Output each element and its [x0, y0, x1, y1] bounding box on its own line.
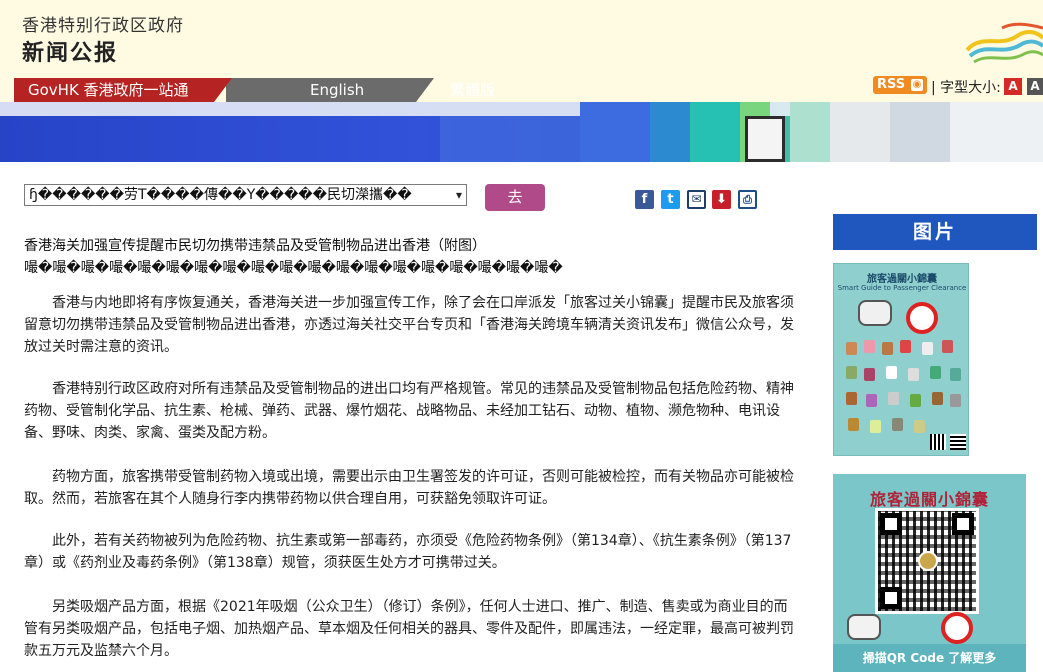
- qr-code-icon: [875, 508, 979, 614]
- rss-icon: ◉: [911, 79, 923, 91]
- article-paragraph: 香港与内地即将有序恢复通关，香港海关进一步加强宣传工作，除了会在口岸派发「旅客过…: [24, 295, 794, 355]
- product-icon: [846, 392, 857, 405]
- font-size-large-button[interactable]: A: [1027, 78, 1043, 95]
- poster2-footer: 掃描QR Code 了解更多: [862, 651, 997, 665]
- prohibited-icon: [941, 612, 973, 644]
- save-icon[interactable]: ⬇: [712, 190, 731, 209]
- product-icon: [910, 394, 921, 407]
- poster1-subtitle: Smart Guide to Passenger Clearance: [837, 284, 967, 292]
- rss-button[interactable]: RSS ◉: [873, 76, 927, 94]
- font-size-label: | 字型大小:: [931, 80, 1001, 96]
- pictures-header: 图片: [833, 214, 1037, 250]
- select-value: ɧ������劳T����傳��Y�����民切濚攜��: [29, 187, 412, 203]
- govhk-link[interactable]: GovHK 香港政府一站通: [14, 78, 214, 102]
- qr-code-icon: [950, 434, 966, 450]
- poster-image-2[interactable]: 旅客過關小錦囊 掃描QR Code 了解更多: [833, 474, 1026, 672]
- poster2-title: 旅客過關小錦囊: [869, 490, 989, 509]
- article-encoded-line: 嘬�嘬�嘬�嘬�嘬�嘬�嘬�嘬�嘬�嘬�嘬�嘬�嘬�嘬�嘬�嘬�嘬�嘬�嘬�: [24, 260, 563, 276]
- product-icon: [892, 418, 903, 431]
- article-paragraph: 药物方面，旅客携带受管制药物入境或出境，需要出示由卫生署签发的许可证，否则可能被…: [24, 469, 794, 507]
- product-icon: [886, 366, 897, 379]
- product-icon: [942, 340, 953, 353]
- product-icon: [866, 394, 877, 407]
- article-title: 香港海关加强宣传提醒市民切勿携带违禁品及受管制物品进出香港（附图）: [24, 238, 486, 254]
- article-paragraph: 另类吸烟产品方面，根据《2021年吸烟（公众卫生）（修订）条例》，任何人士进口、…: [24, 599, 794, 659]
- product-icon: [914, 420, 925, 433]
- facebook-icon[interactable]: f: [635, 190, 654, 209]
- chevron-down-icon: ▾: [455, 188, 462, 202]
- traditional-chinese-label: 繁體版: [450, 81, 496, 99]
- email-icon[interactable]: ✉: [687, 190, 706, 209]
- poster-image-1[interactable]: 旅客過關小錦囊 Smart Guide to Passenger Clearan…: [833, 263, 969, 456]
- product-icon: [950, 368, 961, 381]
- brand-hong-kong-logo: [965, 22, 1043, 64]
- site-header: 香港特别行政区政府 新闻公报: [0, 0, 1043, 78]
- robot-mascot-icon: [847, 614, 881, 640]
- product-icon: [888, 392, 899, 405]
- government-name: 香港特别行政区政府: [22, 16, 184, 36]
- product-icon: [882, 342, 893, 355]
- qr-code-icon: [930, 434, 946, 450]
- prohibited-icon: [906, 302, 938, 334]
- rss-label: RSS: [877, 77, 906, 92]
- tab-divider: [214, 78, 232, 102]
- product-icon: [848, 418, 859, 431]
- product-icon: [846, 366, 857, 379]
- article-paragraph: 此外，若有关药物被列为危险药物、抗生素或第一部毒药，亦须受《危险药物条例》（第1…: [24, 533, 792, 571]
- product-icon: [930, 366, 941, 379]
- article-paragraph: 香港特别行政区政府对所有违禁品及受管制物品的进出口均有严格规管。常见的违禁品及受…: [24, 381, 794, 441]
- tab-divider: [416, 78, 434, 102]
- product-icon: [908, 368, 919, 381]
- print-icon[interactable]: ⎙: [738, 190, 757, 209]
- product-icon: [864, 340, 875, 353]
- product-icon: [870, 420, 881, 433]
- press-release-select[interactable]: ɧ������劳T����傳��Y�����民切濚攜�� ▾: [24, 184, 467, 206]
- product-icon: [900, 340, 911, 353]
- product-icon: [922, 342, 933, 355]
- decorative-banner: [0, 102, 1043, 162]
- product-icon: [846, 342, 857, 355]
- robot-mascot-icon: [858, 300, 892, 326]
- go-button[interactable]: 去: [485, 184, 545, 211]
- twitter-icon[interactable]: t: [661, 190, 680, 209]
- font-size-small-button[interactable]: A: [1004, 78, 1022, 95]
- product-icon: [864, 368, 875, 381]
- english-link[interactable]: English: [310, 78, 364, 102]
- product-icon: [932, 392, 943, 405]
- poster1-title: 旅客過關小錦囊: [867, 274, 937, 285]
- page-title: 新闻公报: [22, 41, 119, 66]
- product-icon: [950, 394, 961, 407]
